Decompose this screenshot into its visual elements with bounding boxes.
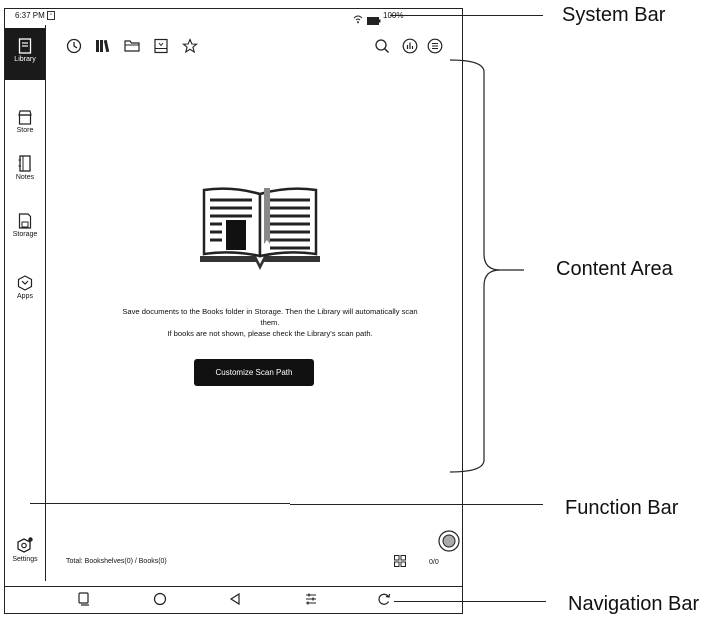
content-area-label: Content Area: [556, 258, 673, 280]
system-bar-label: System Bar: [562, 4, 666, 26]
folder-icon[interactable]: [124, 38, 140, 54]
favorites-star-icon[interactable]: [181, 38, 199, 54]
sidebar-item-label: Library: [14, 56, 36, 63]
recent-clock-icon[interactable]: [66, 38, 82, 54]
settings-sliders-icon[interactable]: [304, 592, 320, 608]
home-icon[interactable]: [153, 592, 169, 608]
library-total-count: Total: Bookshelves(0) / Books(0): [66, 558, 167, 565]
refresh-icon[interactable]: [377, 592, 393, 608]
settings-icon: [17, 537, 33, 553]
notes-icon: [18, 155, 31, 172]
storage-icon: [18, 213, 32, 229]
customize-scan-path-button[interactable]: Customize Scan Path: [194, 359, 314, 386]
floating-ball-button[interactable]: [438, 530, 460, 557]
notification-icon: ▫: [47, 11, 55, 20]
sidebar-item-notes[interactable]: Notes: [5, 155, 45, 181]
search-icon[interactable]: [374, 38, 390, 54]
recent-apps-icon[interactable]: [77, 592, 93, 608]
content-area-bracket: [448, 58, 524, 479]
empty-state-message: Save documents to the Books folder in St…: [74, 306, 466, 339]
grid-view-icon[interactable]: [394, 554, 406, 572]
sidebar: Library Store Notes Storage Apps Setting…: [5, 25, 46, 581]
sidebar-item-apps[interactable]: Apps: [5, 275, 45, 300]
sidebar-item-label: Settings: [12, 556, 38, 563]
apps-icon: [17, 275, 33, 291]
function-bar-divider: [30, 503, 290, 504]
page-count: 0/0: [429, 559, 439, 566]
store-icon: [18, 110, 32, 125]
status-bar: 6:37 PM ▫ 100%: [5, 9, 462, 25]
empty-state-line-3: If books are not shown, please check the…: [167, 329, 373, 338]
battery-icon: [367, 12, 381, 30]
status-time: 6:37 PM: [15, 11, 45, 20]
stats-icon[interactable]: [402, 38, 418, 54]
navigation-bar: [45, 588, 462, 612]
sidebar-item-store[interactable]: Store: [5, 110, 45, 134]
sidebar-item-label: Apps: [17, 293, 33, 300]
wifi-icon: [353, 11, 363, 29]
storage-drive-icon[interactable]: [153, 38, 169, 54]
function-bar-label: Function Bar: [565, 497, 679, 519]
sidebar-item-settings[interactable]: Settings: [5, 537, 45, 563]
empty-state-line-2: them.: [260, 318, 280, 327]
sidebar-item-label: Storage: [12, 231, 38, 238]
menu-icon[interactable]: [427, 38, 443, 54]
function-bar-pointer: [290, 504, 543, 505]
sidebar-item-label: Notes: [15, 174, 35, 181]
sidebar-item-storage[interactable]: Storage: [5, 213, 45, 238]
sidebar-item-library[interactable]: Library: [5, 28, 45, 80]
navigation-bar-divider: [5, 586, 462, 587]
navigation-bar-pointer: [394, 601, 546, 602]
system-bar-pointer: [390, 15, 543, 16]
sidebar-item-label: Store: [16, 127, 34, 134]
empty-library-illustration: [198, 186, 322, 279]
empty-state-line-1: Save documents to the Books folder in St…: [122, 307, 418, 316]
bookshelf-icon[interactable]: [95, 38, 111, 54]
navigation-bar-label: Navigation Bar: [568, 593, 700, 615]
back-icon[interactable]: [228, 592, 244, 608]
library-icon: [18, 38, 32, 54]
